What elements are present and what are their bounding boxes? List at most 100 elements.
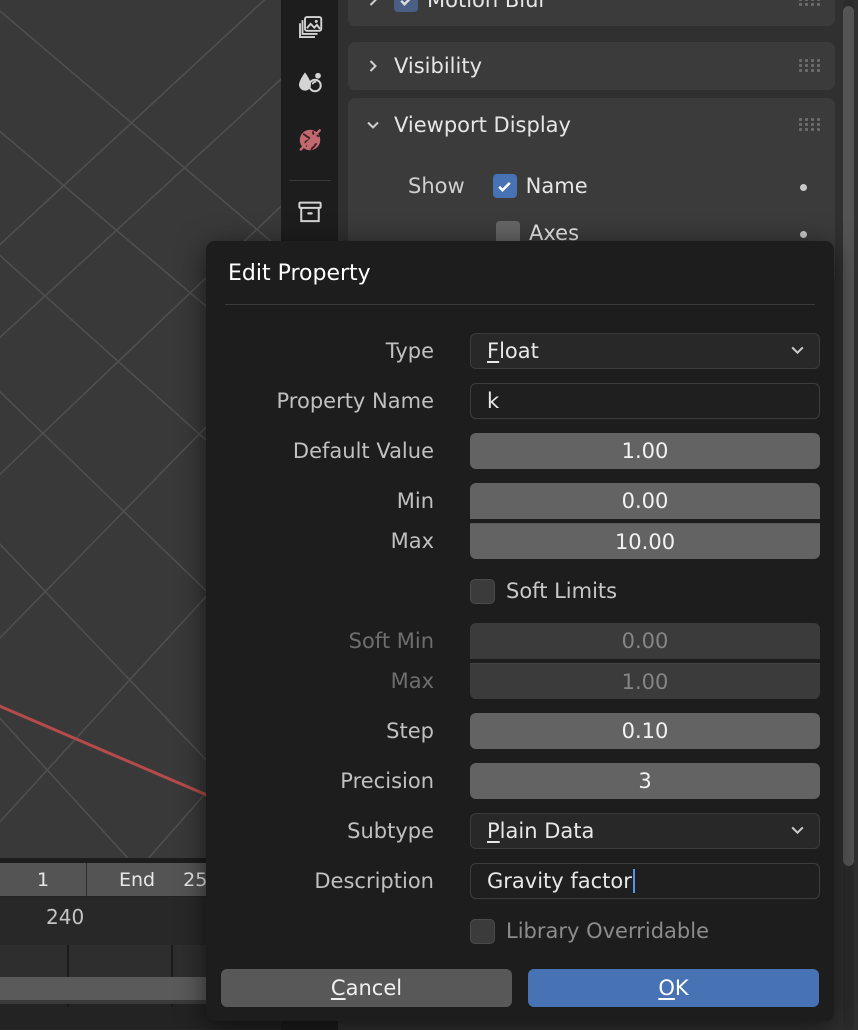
subtype-label: Subtype: [347, 819, 434, 843]
step-input[interactable]: 0.10: [470, 713, 820, 749]
material-drop-icon: [295, 68, 325, 102]
precision-label: Precision: [340, 769, 434, 793]
field-row-step: Step 0.10: [206, 713, 834, 749]
panel-title: Visibility: [394, 54, 483, 78]
chevron-down-icon: [789, 819, 806, 843]
field-row-property-name: Property Name k: [206, 383, 834, 419]
property-name-label: Property Name: [276, 389, 435, 413]
world-properties-tab[interactable]: [291, 123, 329, 161]
current-frame-field[interactable]: 1: [0, 863, 87, 896]
field-row-default-value: Default Value 1.00: [206, 433, 834, 469]
library-overridable-checkbox[interactable]: [470, 918, 495, 944]
soft-max-input[interactable]: 1.00: [470, 663, 820, 699]
show-name-checkbox[interactable]: [492, 174, 517, 198]
field-row-description: Description Gravity factor: [206, 863, 834, 899]
chevron-down-icon: [789, 339, 806, 363]
field-row-min: Min 0.00: [206, 483, 834, 519]
text-cursor: [632, 869, 635, 893]
subtype-mnemonic: P: [487, 819, 500, 843]
object-data-properties-tab[interactable]: [291, 195, 329, 233]
soft-min-label: Soft Min: [348, 629, 434, 653]
end-frame-value: 25: [183, 868, 208, 891]
type-mnemonic: F: [487, 339, 500, 363]
render-properties-tab[interactable]: [291, 10, 329, 48]
description-value: Gravity factor: [487, 869, 632, 893]
precision-input[interactable]: 3: [470, 763, 820, 799]
world-globe-icon: [295, 125, 325, 159]
drag-grip-icon[interactable]: [799, 59, 821, 73]
soft-min-value-text: 0.00: [621, 629, 669, 653]
chevron-right-icon[interactable]: [362, 55, 384, 77]
library-overridable-checkbox-row[interactable]: Library Overridable: [470, 914, 709, 948]
animate-property-dot[interactable]: [800, 184, 807, 191]
tab-separator: [289, 180, 331, 181]
chevron-right-icon[interactable]: [362, 0, 384, 11]
subtype-dropdown[interactable]: Plain Data: [470, 813, 820, 849]
subtype-value-rest: lain Data: [499, 819, 595, 843]
soft-max-value-text: 1.00: [621, 669, 669, 694]
property-name-value: k: [487, 389, 500, 413]
min-input[interactable]: 0.00: [470, 483, 820, 519]
drag-grip-icon[interactable]: [799, 0, 821, 7]
soft-limits-label: Soft Limits: [506, 579, 618, 603]
panel-visibility[interactable]: Visibility: [348, 42, 835, 90]
soft-min-input[interactable]: 0.00: [470, 623, 820, 659]
drag-grip-icon[interactable]: [799, 118, 821, 132]
cancel-mnemonic: C: [330, 976, 346, 1000]
dialog-title: Edit Property: [228, 261, 371, 286]
type-label: Type: [385, 339, 434, 363]
panel-title: Viewport Display: [394, 113, 571, 137]
end-frame-label: End: [119, 868, 156, 891]
ruler-tick-label: 240: [46, 905, 85, 929]
panel-header[interactable]: Viewport Display: [348, 98, 835, 152]
property-name-input[interactable]: k: [470, 383, 820, 419]
description-input[interactable]: Gravity factor: [470, 863, 820, 899]
library-overridable-label: Library Overridable: [506, 919, 709, 943]
min-label: Min: [396, 489, 434, 513]
panel-title: Motion Blur: [427, 0, 548, 12]
min-value-text: 0.00: [621, 489, 669, 513]
type-value-rest: loat: [499, 339, 539, 363]
cancel-label-rest: ancel: [345, 976, 403, 1000]
max-label: Max: [390, 529, 434, 553]
chevron-down-icon[interactable]: [362, 114, 384, 136]
soft-max-label: Max: [390, 669, 434, 693]
show-name-label: Name: [525, 174, 588, 198]
panel-header[interactable]: Motion Blur: [348, 0, 835, 26]
cancel-button[interactable]: Cancel: [221, 969, 512, 1007]
panel-header[interactable]: Visibility: [348, 42, 835, 90]
material-properties-tab[interactable]: [291, 66, 329, 104]
properties-scrollbar-thumb[interactable]: [843, 6, 854, 866]
render-images-icon: [295, 12, 325, 46]
archive-box-icon: [295, 197, 325, 231]
step-value-text: 0.10: [621, 719, 669, 743]
field-row-soft-min: Soft Min 0.00: [206, 623, 834, 659]
default-value-input[interactable]: 1.00: [470, 433, 820, 469]
soft-limits-checkbox-row[interactable]: Soft Limits: [470, 574, 617, 608]
dialog-title-separator: [225, 304, 815, 305]
field-row-type: Type Float: [206, 333, 834, 369]
animate-property-dot[interactable]: [800, 231, 807, 238]
step-label: Step: [386, 719, 434, 743]
type-dropdown[interactable]: Float: [470, 333, 820, 369]
panel-motion-blur[interactable]: Motion Blur: [348, 0, 835, 26]
ok-label-rest: K: [674, 976, 689, 1000]
soft-limits-checkbox[interactable]: [470, 578, 495, 604]
default-value-text: 1.00: [621, 439, 669, 463]
ok-button[interactable]: OK: [528, 969, 819, 1007]
max-input[interactable]: 10.00: [470, 523, 820, 559]
edit-property-dialog[interactable]: Edit Property Type Float Property Name k…: [206, 241, 834, 1021]
ok-mnemonic: O: [658, 976, 675, 1000]
precision-value-text: 3: [638, 769, 652, 793]
dialog-button-row: Cancel OK: [221, 969, 819, 1007]
field-row-precision: Precision 3: [206, 763, 834, 799]
max-value-text: 10.00: [614, 529, 676, 554]
default-value-label: Default Value: [292, 439, 434, 463]
field-row-max: Max 10.00: [206, 523, 834, 559]
field-row-subtype: Subtype Plain Data: [206, 813, 834, 849]
blender-window: 1 End 25 240 Motion Blur Visibility View…: [0, 0, 858, 1030]
show-row-name: Show Name: [408, 174, 588, 198]
description-label: Description: [314, 869, 434, 893]
motion-blur-checkbox[interactable]: [394, 0, 418, 12]
show-label: Show: [408, 174, 465, 198]
